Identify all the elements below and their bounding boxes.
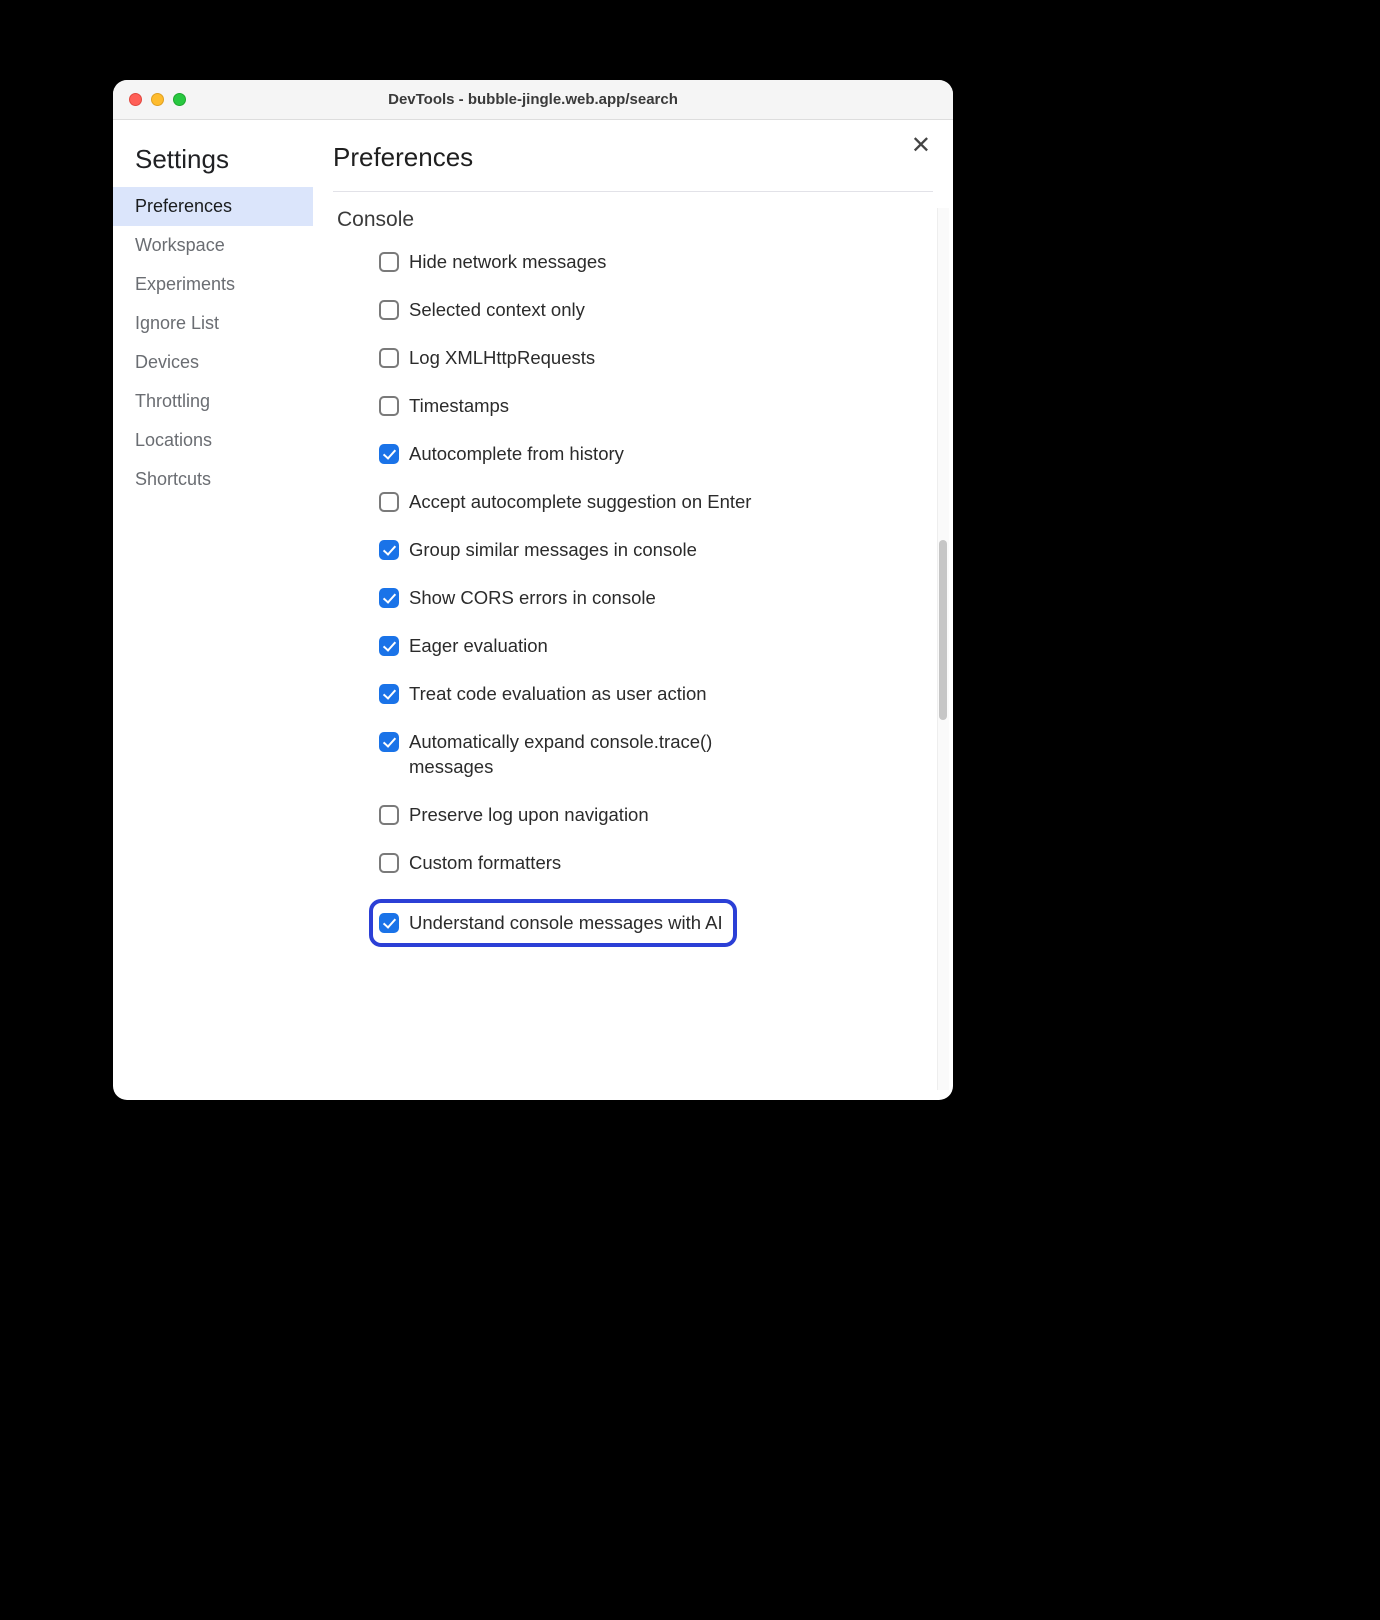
option-row: Eager evaluation [379,634,883,658]
option-row: Understand console messages with AI [369,899,737,947]
option-row: Accept autocomplete suggestion on Enter [379,490,883,514]
page-title: Preferences [333,142,933,173]
option-row: Custom formatters [379,851,883,875]
divider [333,191,933,192]
option-label[interactable]: Understand console messages with AI [409,911,723,935]
option-row: Autocomplete from history [379,442,883,466]
options-list: Hide network messages Selected context on… [333,250,933,985]
option-row: Group similar messages in console [379,538,883,562]
option-row: Automatically expand console.trace() mes… [379,730,883,778]
checkbox[interactable] [379,348,399,368]
sidebar-item-devices[interactable]: Devices [113,343,313,382]
option-row: Preserve log upon navigation [379,803,883,827]
option-label[interactable]: Accept autocomplete suggestion on Enter [409,490,751,514]
option-label[interactable]: Group similar messages in console [409,538,697,562]
option-label[interactable]: Treat code evaluation as user action [409,682,707,706]
checkbox[interactable] [379,588,399,608]
option-row: Hide network messages [379,250,883,274]
devtools-window: DevTools - bubble-jingle.web.app/search … [113,80,953,1100]
option-label[interactable]: Eager evaluation [409,634,548,658]
option-label[interactable]: Timestamps [409,394,509,418]
checkbox[interactable] [379,540,399,560]
titlebar: DevTools - bubble-jingle.web.app/search [113,80,953,120]
checkbox[interactable] [379,396,399,416]
checkbox[interactable] [379,805,399,825]
close-window-button[interactable] [129,93,142,106]
sidebar-item-ignore-list[interactable]: Ignore List [113,304,313,343]
sidebar-item-shortcuts[interactable]: Shortcuts [113,460,313,499]
checkbox[interactable] [379,300,399,320]
checkbox[interactable] [379,732,399,752]
option-label[interactable]: Selected context only [409,298,585,322]
option-label[interactable]: Automatically expand console.trace() mes… [409,730,789,778]
checkbox[interactable] [379,492,399,512]
sidebar-heading: Settings [113,144,313,187]
checkbox[interactable] [379,684,399,704]
option-row: Show CORS errors in console [379,586,883,610]
option-label[interactable]: Log XMLHttpRequests [409,346,595,370]
checkbox[interactable] [379,636,399,656]
sidebar-item-experiments[interactable]: Experiments [113,265,313,304]
option-label[interactable]: Preserve log upon navigation [409,803,649,827]
settings-main: ✕ Preferences Console Hide network messa… [313,120,953,1100]
checkbox[interactable] [379,853,399,873]
section-heading-console: Console [337,208,933,232]
close-icon[interactable]: ✕ [911,134,931,158]
checkbox[interactable] [379,444,399,464]
settings-content: Settings PreferencesWorkspaceExperiments… [113,120,953,1100]
option-label[interactable]: Custom formatters [409,851,561,875]
option-row: Treat code evaluation as user action [379,682,883,706]
window-controls [113,93,186,106]
sidebar-item-throttling[interactable]: Throttling [113,382,313,421]
scrollbar-thumb[interactable] [939,540,947,720]
sidebar-item-locations[interactable]: Locations [113,421,313,460]
option-label[interactable]: Autocomplete from history [409,442,624,466]
window-title: DevTools - bubble-jingle.web.app/search [113,91,953,108]
option-row: Selected context only [379,298,883,322]
checkbox[interactable] [379,913,399,933]
sidebar-item-preferences[interactable]: Preferences [113,187,313,226]
option-row: Timestamps [379,394,883,418]
option-row: Log XMLHttpRequests [379,346,883,370]
option-label[interactable]: Hide network messages [409,250,606,274]
checkbox[interactable] [379,252,399,272]
minimize-window-button[interactable] [151,93,164,106]
option-label[interactable]: Show CORS errors in console [409,586,656,610]
settings-sidebar: Settings PreferencesWorkspaceExperiments… [113,120,313,1100]
sidebar-item-workspace[interactable]: Workspace [113,226,313,265]
zoom-window-button[interactable] [173,93,186,106]
